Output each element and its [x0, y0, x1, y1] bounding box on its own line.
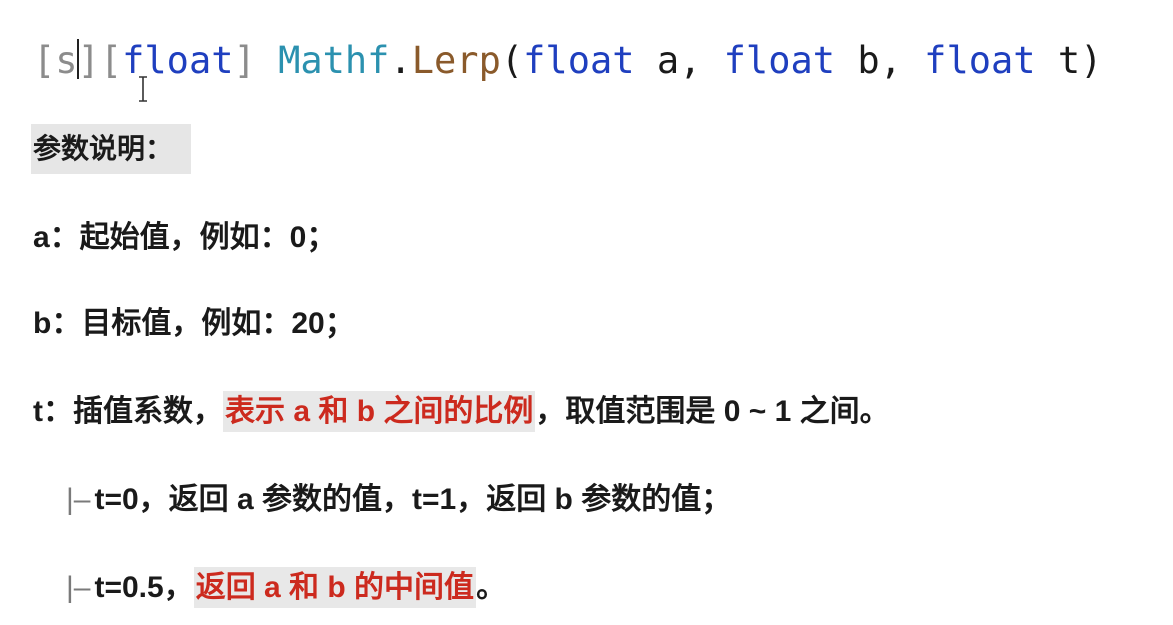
tree-branch-icon: |– [66, 571, 91, 604]
tree-branch-icon: |– [66, 483, 91, 516]
param-a-type: float [523, 39, 635, 82]
dot: . [389, 39, 412, 82]
comma: , [679, 39, 702, 82]
param-b-type: float [723, 39, 836, 82]
close-paren: ) [1080, 39, 1103, 82]
param-a-name: a [656, 39, 680, 82]
section-heading: 参数说明： [31, 124, 192, 174]
bracket-open: [ [33, 39, 56, 82]
param-t-highlight: 表示 a 和 b 之间的比例 [223, 391, 536, 432]
note2-prefix: t=0.5， [94, 571, 194, 604]
method-signature: [s][float] Mathf.Lerp(float a, float b, … [33, 36, 1102, 86]
comma: , [879, 39, 902, 82]
open-paren: ( [500, 39, 524, 82]
class-name: Mathf [278, 39, 390, 82]
bracket-open: [ [99, 39, 123, 82]
note2-highlight: 返回 a 和 b 的中间值 [193, 567, 477, 608]
param-a-description: a：起始值，例如：0； [33, 221, 337, 254]
param-t-type: float [924, 39, 1036, 82]
document-page: [s][float] Mathf.Lerp(float a, float b, … [0, 0, 1173, 625]
bracket-close: ] [233, 39, 256, 82]
param-b-name: b [857, 39, 880, 82]
method-name: Lerp [411, 39, 501, 82]
note-t-endpoints: |– t=0，返回 a 参数的值，t=1，返回 b 参数的值； [66, 478, 731, 522]
param-t-suffix: ，取值范围是 0 ~ 1 之间。 [535, 395, 890, 428]
bracket-close: ] [77, 39, 100, 82]
static-attribute: s [55, 39, 78, 82]
note-t-midpoint: |– t=0.5，返回 a 和 b 的中间值。 [66, 566, 506, 610]
note2-suffix: 。 [476, 571, 507, 604]
note1-text: t=0，返回 a 参数的值，t=1，返回 b 参数的值； [94, 483, 732, 516]
param-t-description: t：插值系数，表示 a 和 b 之间的比例，取值范围是 0 ~ 1 之间。 [33, 390, 890, 434]
param-t-prefix: t：插值系数， [33, 395, 223, 428]
ibeam-pointer-icon [139, 76, 147, 102]
param-t-name: t [1057, 39, 1081, 82]
param-b-description: b：目标值，例如：20； [33, 307, 355, 340]
